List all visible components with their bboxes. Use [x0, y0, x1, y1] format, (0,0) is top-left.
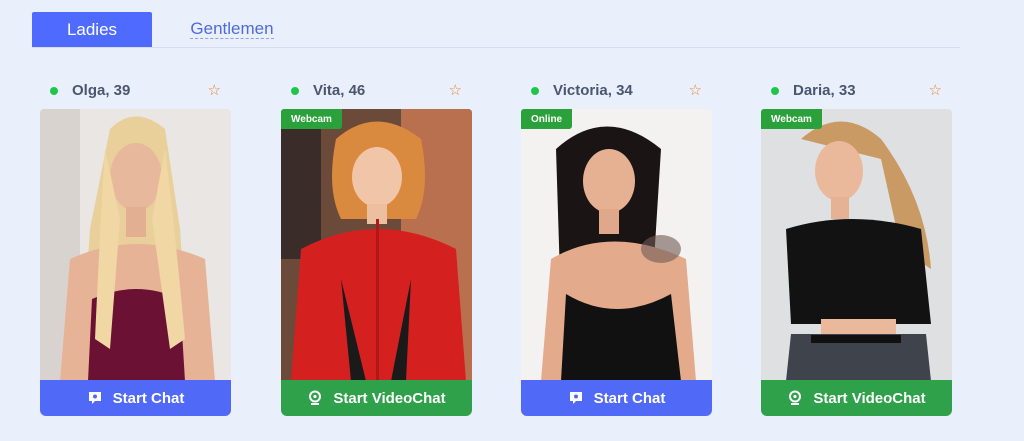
gender-tabs: Ladies Gentlemen [32, 12, 960, 48]
start-chat-button[interactable]: Start Chat [40, 380, 231, 416]
webcam-badge: Webcam [761, 109, 822, 129]
chat-bubble-icon [87, 390, 103, 406]
profile-photo[interactable] [761, 109, 952, 381]
start-videochat-button[interactable]: Start VideoChat [761, 380, 952, 416]
webcam-badge: Webcam [281, 109, 342, 129]
profile-card-victoria: Victoria, 34 ☆ Online Start Chat [521, 78, 712, 418]
card-header: Vita, 46 ☆ [281, 78, 472, 104]
favorite-star-icon[interactable]: ☆ [689, 81, 702, 99]
card-header: Daria, 33 ☆ [761, 78, 952, 104]
profile-photo[interactable] [281, 109, 472, 381]
online-status-dot [531, 87, 539, 95]
profile-card-daria: Daria, 33 ☆ Webcam Start VideoChat [761, 78, 952, 418]
tab-gentlemen-label: Gentlemen [190, 19, 274, 39]
tab-gentlemen[interactable]: Gentlemen [182, 12, 282, 47]
profile-card-olga: Olga, 39 ☆ Start Chat [40, 78, 231, 418]
tab-ladies[interactable]: Ladies [32, 12, 152, 47]
online-status-dot [291, 87, 299, 95]
favorite-star-icon[interactable]: ☆ [929, 81, 942, 99]
favorite-star-icon[interactable]: ☆ [208, 81, 221, 99]
card-header: Victoria, 34 ☆ [521, 78, 712, 104]
online-status-dot [771, 87, 779, 95]
online-badge: Online [521, 109, 573, 129]
start-chat-button[interactable]: Start Chat [521, 380, 712, 416]
profile-name[interactable]: Daria, 33 [793, 82, 856, 99]
profile-photo[interactable] [40, 109, 231, 381]
profile-card-vita: Vita, 46 ☆ Webcam Start VideoChat [281, 78, 472, 418]
card-header: Olga, 39 ☆ [40, 78, 231, 104]
button-label: Start Chat [112, 389, 185, 407]
favorite-star-icon[interactable]: ☆ [449, 81, 462, 99]
webcam-icon [307, 390, 323, 406]
profile-name[interactable]: Olga, 39 [72, 82, 130, 99]
button-label: Start Chat [593, 389, 666, 407]
profile-photo[interactable] [521, 109, 712, 381]
profile-name[interactable]: Vita, 46 [313, 82, 365, 99]
button-label: Start VideoChat [333, 389, 446, 407]
online-status-dot [50, 87, 58, 95]
start-videochat-button[interactable]: Start VideoChat [281, 380, 472, 416]
chat-bubble-icon [568, 390, 584, 406]
button-label: Start VideoChat [813, 389, 926, 407]
profile-name[interactable]: Victoria, 34 [553, 82, 633, 99]
webcam-icon [787, 390, 803, 406]
